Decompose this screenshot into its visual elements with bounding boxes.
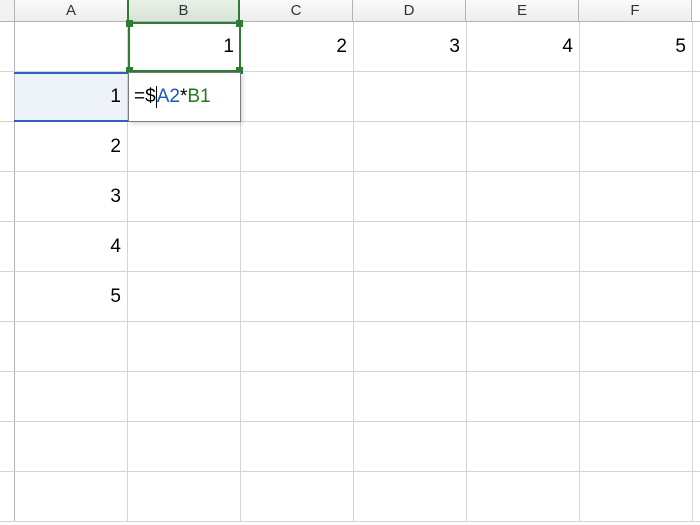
- cell-B4[interactable]: [128, 172, 241, 221]
- cell-A1[interactable]: [15, 22, 128, 71]
- cell-C3[interactable]: [241, 122, 354, 171]
- cell-A5[interactable]: 4: [15, 222, 128, 271]
- cell-E8[interactable]: [467, 372, 580, 421]
- cell-A2[interactable]: 1: [15, 72, 128, 121]
- cell-F9[interactable]: [580, 422, 693, 471]
- cell-F7[interactable]: [580, 322, 693, 371]
- formula-equals: =: [134, 86, 145, 108]
- cell-C7[interactable]: [241, 322, 354, 371]
- cell-E9[interactable]: [467, 422, 580, 471]
- cell-D9[interactable]: [354, 422, 467, 471]
- cell-C9[interactable]: [241, 422, 354, 471]
- row-7: [0, 322, 700, 372]
- row-gutter[interactable]: [0, 22, 15, 71]
- cell-B9[interactable]: [128, 422, 241, 471]
- formula-ref-A2: A2: [157, 86, 180, 108]
- formula-dollar: $: [145, 86, 156, 108]
- cell-E7[interactable]: [467, 322, 580, 371]
- cell-D1[interactable]: 3: [354, 22, 467, 71]
- row-9: [0, 422, 700, 472]
- cell-A7[interactable]: [15, 322, 128, 371]
- col-header-C[interactable]: C: [240, 0, 353, 21]
- col-header-E[interactable]: E: [466, 0, 579, 21]
- cell-C5[interactable]: [241, 222, 354, 271]
- row-3: 2: [0, 122, 700, 172]
- cell-A3[interactable]: 2: [15, 122, 128, 171]
- cell-E6[interactable]: [467, 272, 580, 321]
- row-gutter[interactable]: [0, 272, 15, 321]
- row-gutter[interactable]: [0, 222, 15, 271]
- cell-D7[interactable]: [354, 322, 467, 371]
- row-6: 5: [0, 272, 700, 322]
- cell-B1[interactable]: 1: [128, 22, 241, 71]
- cell-F2[interactable]: [580, 72, 693, 121]
- row-2: 1: [0, 72, 700, 122]
- cell-C6[interactable]: [241, 272, 354, 321]
- cell-C1[interactable]: 2: [241, 22, 354, 71]
- formula-ref-B1: B1: [187, 86, 210, 108]
- row-10: [0, 472, 700, 522]
- row-4: 3: [0, 172, 700, 222]
- cell-A6[interactable]: 5: [15, 272, 128, 321]
- cell-B8[interactable]: [128, 372, 241, 421]
- cell-F1[interactable]: 5: [580, 22, 693, 71]
- spreadsheet-grid[interactable]: A B C D E F 1 2 3 4 5 1 2 3: [0, 0, 700, 522]
- col-header-D[interactable]: D: [353, 0, 466, 21]
- cell-B3[interactable]: [128, 122, 241, 171]
- cell-editor[interactable]: =$A2*B1: [128, 72, 241, 122]
- cell-B6[interactable]: [128, 272, 241, 321]
- formula-operator: *: [180, 86, 187, 108]
- cell-E10[interactable]: [467, 472, 580, 521]
- cell-B5[interactable]: [128, 222, 241, 271]
- row-gutter[interactable]: [0, 122, 15, 171]
- cell-B10[interactable]: [128, 472, 241, 521]
- cell-D8[interactable]: [354, 372, 467, 421]
- row-gutter[interactable]: [0, 372, 15, 421]
- column-headers: A B C D E F: [0, 0, 700, 22]
- cell-D10[interactable]: [354, 472, 467, 521]
- cell-E4[interactable]: [467, 172, 580, 221]
- cell-F10[interactable]: [580, 472, 693, 521]
- row-gutter[interactable]: [0, 172, 15, 221]
- cell-A10[interactable]: [15, 472, 128, 521]
- row-gutter[interactable]: [0, 322, 15, 371]
- cell-F4[interactable]: [580, 172, 693, 221]
- row-8: [0, 372, 700, 422]
- cell-F6[interactable]: [580, 272, 693, 321]
- cell-C2[interactable]: [241, 72, 354, 121]
- cell-E3[interactable]: [467, 122, 580, 171]
- col-header-B[interactable]: B: [127, 0, 240, 21]
- cell-E1[interactable]: 4: [467, 22, 580, 71]
- cell-F3[interactable]: [580, 122, 693, 171]
- row-gutter[interactable]: [0, 472, 15, 521]
- cell-D6[interactable]: [354, 272, 467, 321]
- cell-B7[interactable]: [128, 322, 241, 371]
- cell-E2[interactable]: [467, 72, 580, 121]
- cell-A9[interactable]: [15, 422, 128, 471]
- cell-C4[interactable]: [241, 172, 354, 221]
- cell-A4[interactable]: 3: [15, 172, 128, 221]
- row-5: 4: [0, 222, 700, 272]
- col-header-A[interactable]: A: [15, 0, 128, 21]
- cell-D4[interactable]: [354, 172, 467, 221]
- row-gutter[interactable]: [0, 422, 15, 471]
- row-1: 1 2 3 4 5: [0, 22, 700, 72]
- cell-A8[interactable]: [15, 372, 128, 421]
- cell-C8[interactable]: [241, 372, 354, 421]
- cell-D5[interactable]: [354, 222, 467, 271]
- cell-C10[interactable]: [241, 472, 354, 521]
- select-all-corner[interactable]: [0, 0, 15, 21]
- cell-D3[interactable]: [354, 122, 467, 171]
- cell-F5[interactable]: [580, 222, 693, 271]
- cell-D2[interactable]: [354, 72, 467, 121]
- cell-F8[interactable]: [580, 372, 693, 421]
- cell-E5[interactable]: [467, 222, 580, 271]
- row-gutter[interactable]: [0, 72, 15, 121]
- col-header-F[interactable]: F: [579, 0, 692, 21]
